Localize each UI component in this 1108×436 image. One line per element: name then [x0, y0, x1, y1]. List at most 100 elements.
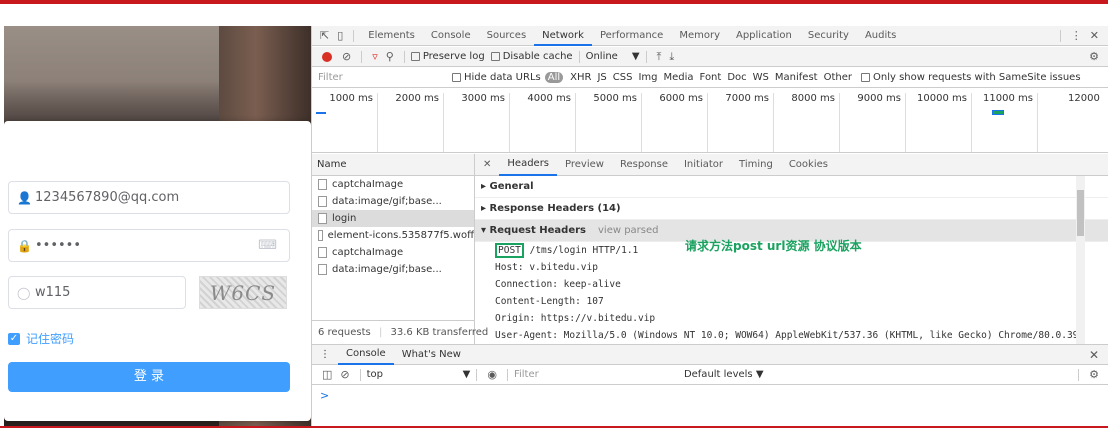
header-line: Content-Length: 107 [495, 296, 604, 307]
separator [645, 50, 647, 63]
filter-doc[interactable]: Doc [727, 72, 746, 83]
filter-icon[interactable]: ▿ [368, 50, 382, 63]
console-filter-input[interactable]: Filter [514, 369, 684, 380]
tab-initiator[interactable]: Initiator [676, 159, 731, 170]
dropdown-arrow-icon[interactable]: ▼ [632, 51, 640, 62]
top-border [0, 0, 1108, 4]
request-row[interactable]: data:image/gif;base... [312, 193, 474, 210]
drawer-tab-whats-new[interactable]: What's New [394, 349, 469, 360]
console-prompt[interactable]: > [312, 385, 1108, 406]
response-headers-section[interactable]: ▸ Response Headers (14) [475, 198, 1108, 220]
header-line: Connection: keep-alive [495, 279, 621, 290]
network-toolbar: ⊘ ▿ ⚲ Preserve log Disable cache Online … [312, 47, 1108, 67]
remember-checkbox[interactable]: ✓ 记住密码 [8, 330, 74, 347]
close-detail-icon[interactable]: ✕ [475, 159, 499, 170]
password-value: •••••• [35, 238, 82, 253]
filter-js[interactable]: JS [597, 72, 606, 83]
tab-response[interactable]: Response [612, 159, 676, 170]
captcha-image[interactable]: W6CS [199, 276, 287, 309]
tab-performance[interactable]: Performance [592, 30, 671, 41]
request-row[interactable]: captchaImage [312, 176, 474, 193]
tab-memory[interactable]: Memory [671, 30, 728, 41]
timeline-request-bar [992, 110, 1004, 115]
console-clear-icon[interactable]: ⊘ [336, 368, 353, 381]
tab-console[interactable]: Console [423, 30, 479, 41]
filter-font[interactable]: Font [700, 72, 722, 83]
filter-img[interactable]: Img [638, 72, 657, 83]
drawer-menu-icon[interactable]: ⋮ [312, 349, 338, 360]
filter-ws[interactable]: WS [753, 72, 769, 83]
console-settings-icon[interactable]: ⚙ [1085, 368, 1103, 381]
login-button[interactable]: 登 录 [8, 362, 290, 392]
tab-elements[interactable]: Elements [360, 30, 423, 41]
filter-all[interactable]: All [544, 72, 564, 83]
search-icon[interactable]: ⚲ [382, 50, 398, 63]
close-icon[interactable]: ✕ [1086, 29, 1103, 42]
disable-cache-checkbox[interactable] [490, 52, 500, 61]
filter-input[interactable]: Filter [312, 72, 452, 83]
context-select[interactable]: top [367, 369, 463, 380]
tab-cookies[interactable]: Cookies [781, 159, 836, 170]
separator [403, 50, 405, 63]
samesite-checkbox[interactable] [861, 73, 870, 82]
tab-audits[interactable]: Audits [857, 30, 904, 41]
request-list: Name captchaImage data:image/gif;base...… [312, 154, 488, 344]
header-line: User-Agent: Mozilla/5.0 (Windows NT 10.0… [495, 330, 1079, 341]
tab-sources[interactable]: Sources [479, 30, 535, 41]
filter-manifest[interactable]: Manifest [775, 72, 818, 83]
request-row[interactable]: data:image/gif;base... [312, 261, 474, 278]
view-parsed-link[interactable]: view parsed [598, 225, 659, 236]
filter-xhr[interactable]: XHR [570, 72, 591, 83]
tab-headers[interactable]: Headers [499, 154, 558, 176]
tab-network[interactable]: Network [534, 26, 592, 46]
tab-security[interactable]: Security [800, 30, 857, 41]
transferred-size: 33.6 KB transferred [390, 327, 489, 338]
inspect-icon[interactable]: ⇱ [316, 29, 333, 42]
eye-icon[interactable]: ◉ [483, 368, 501, 381]
captcha-field[interactable]: ◯ w115 [8, 276, 186, 309]
preserve-log-checkbox[interactable] [410, 52, 420, 61]
remember-label: 记住密码 [26, 332, 75, 346]
request-row[interactable]: login [312, 210, 474, 227]
filter-media[interactable]: Media [664, 72, 694, 83]
request-row[interactable]: captchaImage [312, 244, 474, 261]
more-menu-icon[interactable]: ⋮ [1067, 29, 1086, 42]
console-toolbar: ◫ ⊘ top ▼ ◉ Filter Default levels ▼ ⚙ [312, 365, 1108, 385]
keyboard-icon[interactable]: ⌨ [258, 238, 277, 253]
context-dropdown-icon[interactable]: ▼ [463, 369, 471, 380]
sidebar-toggle-icon[interactable]: ◫ [318, 368, 336, 381]
file-icon [318, 213, 327, 224]
record-icon[interactable] [322, 51, 332, 62]
request-name: captchaImage [332, 247, 404, 258]
request-row[interactable]: element-icons.535877f5.woff [312, 227, 474, 244]
email-field[interactable]: 👤 1234567890@qq.com [8, 181, 290, 214]
network-timeline[interactable]: 1000 ms 2000 ms 3000 ms 4000 ms 5000 ms … [312, 89, 1108, 153]
filter-css[interactable]: CSS [613, 72, 633, 83]
filter-other[interactable]: Other [824, 72, 852, 83]
drawer-close-icon[interactable]: ✕ [1089, 348, 1099, 362]
scrollbar-thumb[interactable] [1077, 190, 1084, 236]
request-detail: ✕ Headers Preview Response Initiator Tim… [475, 154, 1108, 344]
device-toolbar-icon[interactable]: ▯ [333, 29, 347, 42]
detail-scrollbar[interactable] [1076, 176, 1085, 344]
email-value: 1234567890@qq.com [35, 190, 180, 205]
throttle-select[interactable]: Online [586, 51, 618, 62]
request-count: 6 requests [318, 327, 371, 338]
drawer-tab-console[interactable]: Console [338, 345, 394, 365]
password-field[interactable]: 🔒 •••••• ⌨ [8, 229, 290, 262]
bottom-border [0, 426, 1108, 428]
export-icon[interactable]: ⤓ [665, 50, 678, 64]
request-name: data:image/gif;base... [332, 196, 442, 207]
log-levels-select[interactable]: Default levels ▼ [684, 369, 764, 380]
hide-data-urls-checkbox[interactable] [452, 73, 461, 82]
name-column-header[interactable]: Name [312, 154, 474, 176]
tab-preview[interactable]: Preview [557, 159, 612, 170]
import-icon[interactable]: ⤒ [653, 50, 666, 64]
console-drawer: ⋮ Console What's New ✕ ◫ ⊘ top ▼ ◉ Filte… [312, 344, 1108, 426]
general-section[interactable]: ▸ General [475, 176, 1108, 198]
tab-timing[interactable]: Timing [731, 159, 781, 170]
settings-gear-icon[interactable]: ⚙ [1085, 50, 1103, 63]
tab-application[interactable]: Application [728, 30, 800, 41]
clear-icon[interactable]: ⊘ [338, 50, 355, 63]
timeline-tick: 5000 ms [576, 93, 642, 152]
